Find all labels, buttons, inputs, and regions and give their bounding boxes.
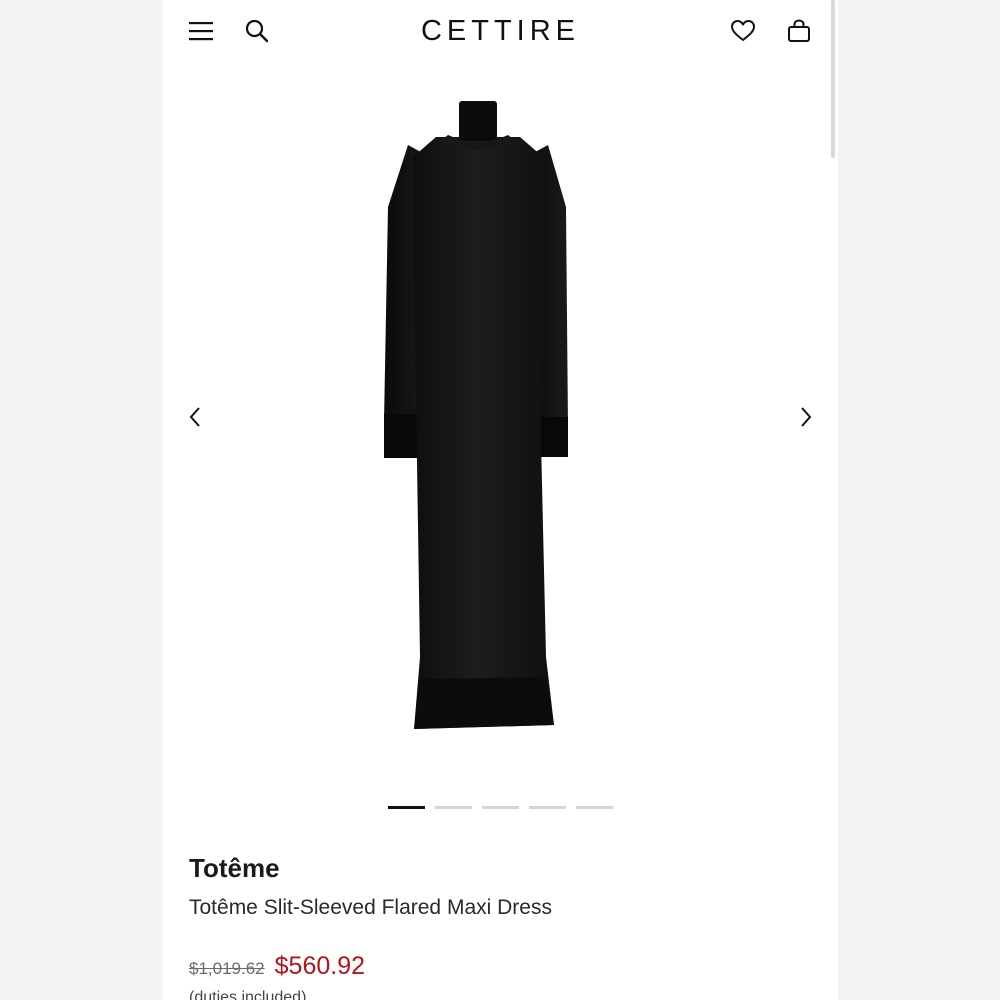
gallery-dot[interactable] xyxy=(435,806,472,809)
wishlist-button[interactable] xyxy=(726,14,760,48)
bag-button[interactable] xyxy=(782,14,816,48)
original-price: $1,019.62 xyxy=(189,959,265,978)
product-title: Totême Slit-Sleeved Flared Maxi Dress xyxy=(189,896,552,919)
gallery-prev-button[interactable] xyxy=(180,402,210,432)
price-row: $1,019.62 $560.92 xyxy=(189,952,365,981)
heart-icon xyxy=(731,20,755,41)
product-image[interactable] xyxy=(368,97,628,742)
chevron-left-icon xyxy=(189,407,200,427)
gallery-dot[interactable] xyxy=(482,806,519,809)
chevron-right-icon xyxy=(801,407,812,427)
gallery-pagination xyxy=(163,806,838,809)
duties-note: (duties included) xyxy=(189,989,307,1000)
site-header: CETTIRE xyxy=(163,0,838,62)
product-brand[interactable]: Totême xyxy=(189,853,280,884)
gallery-dot[interactable] xyxy=(576,806,613,809)
product-gallery[interactable] xyxy=(163,62,838,792)
gallery-dot[interactable] xyxy=(388,806,425,809)
product-page: CETTIRE Totême Totême Slit-Sleeved Flare… xyxy=(163,0,838,1000)
gallery-dot[interactable] xyxy=(529,806,566,809)
sale-price: $560.92 xyxy=(274,952,366,980)
gallery-next-button[interactable] xyxy=(791,402,821,432)
shopping-bag-icon xyxy=(788,19,810,42)
